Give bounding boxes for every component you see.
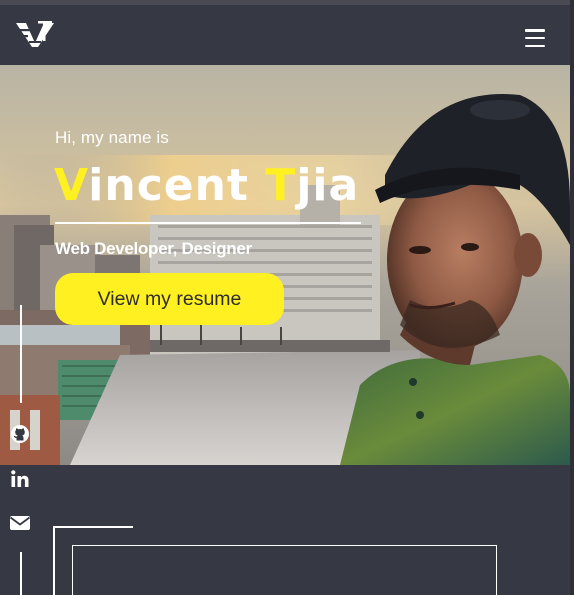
hero-background-photo [0,65,570,465]
hero-section: Hi, my name is Vincent Tjia Web Develope… [0,65,570,465]
name-first-rest: incent [88,160,266,211]
name-first-initial: V [54,160,89,211]
section-frame-corner-horizontal [53,526,133,528]
hero-name: Vincent Tjia [54,160,359,212]
social-rail-line-bottom [20,552,22,595]
menu-bar [525,29,545,32]
view-resume-button[interactable]: View my resume [55,273,284,325]
name-underline [55,222,361,224]
hero-greeting: Hi, my name is [55,128,169,147]
section-frame-corner-vertical [53,526,55,595]
vt-logo-icon[interactable] [14,19,56,49]
about-section-frame [72,545,497,595]
navbar [0,5,570,65]
hamburger-menu-icon[interactable] [522,27,548,49]
menu-bar [525,36,545,40]
envelope-icon[interactable] [9,512,31,534]
github-icon[interactable] [9,423,31,445]
linkedin-icon[interactable] [9,468,31,490]
hero-subtitle: Web Developer, Designer [55,239,252,258]
page: Hi, my name is Vincent Tjia Web Develope… [0,0,574,595]
menu-bar [525,44,545,47]
name-last-initial: T [265,160,297,211]
name-last-rest: jia [296,160,360,211]
scrollbar-track[interactable] [570,0,574,595]
social-rail-line-top [20,305,22,403]
